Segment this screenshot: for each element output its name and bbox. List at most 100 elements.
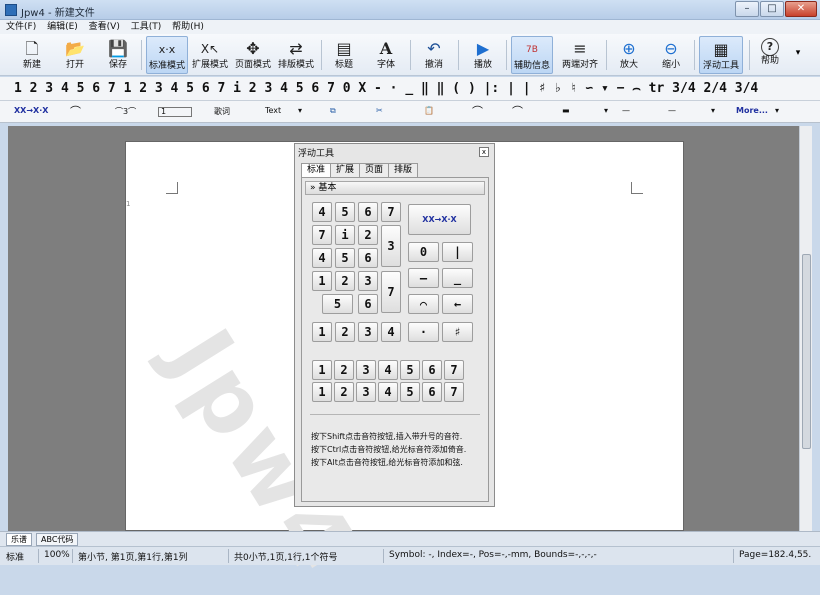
- crescendo-symbol[interactable]: ⌒: [472, 103, 483, 119]
- high-note-key[interactable]: 2: [334, 360, 354, 380]
- menu-view[interactable]: 查看(V): [89, 20, 120, 34]
- new-button[interactable]: 🗋 新建: [14, 36, 50, 74]
- backspace-arrow-key[interactable]: ←: [442, 294, 473, 314]
- minimize-button[interactable]: –: [735, 1, 759, 17]
- section-basic-header[interactable]: » 基本: [305, 181, 485, 195]
- hairpin-open-symbol[interactable]: —: [622, 106, 630, 115]
- note-key[interactable]: 7: [381, 271, 401, 313]
- open-button[interactable]: 📂 打开: [57, 36, 93, 74]
- low-note-key[interactable]: 5: [400, 382, 420, 402]
- note-key[interactable]: 6: [358, 294, 378, 314]
- tab-standard[interactable]: 标准: [301, 163, 332, 177]
- close-button[interactable]: ✕: [785, 1, 817, 17]
- vertical-scrollbar[interactable]: [799, 126, 812, 531]
- note-key[interactable]: 4: [312, 248, 332, 268]
- note-key[interactable]: 5: [322, 294, 353, 314]
- tab-page[interactable]: 页面: [359, 163, 390, 177]
- menu-file[interactable]: 文件(F): [6, 20, 36, 34]
- zoom-in-button[interactable]: ⊕ 放大: [612, 36, 646, 74]
- notation-glyph-strip[interactable]: 1 2 3 4 5 6 7 1 2 3 4 5 6 7 i 2 3 4 5 6 …: [14, 81, 758, 96]
- text-dropdown[interactable]: ▾: [298, 106, 302, 115]
- decrescendo-symbol[interactable]: ⌒: [512, 103, 523, 119]
- line-style-symbol[interactable]: ▬: [562, 106, 570, 115]
- slur-symbol[interactable]: ⌒: [70, 103, 81, 119]
- volta-symbol[interactable]: 1: [158, 107, 192, 117]
- extended-mode-button[interactable]: X↖ 扩展模式: [190, 36, 230, 74]
- panel-close-button[interactable]: x: [479, 147, 489, 157]
- undo-button[interactable]: ↶ 撤消: [416, 36, 452, 74]
- note-key[interactable]: 3: [358, 322, 378, 342]
- line-style-dropdown[interactable]: ▾: [604, 106, 608, 115]
- save-button[interactable]: 💾 保存: [100, 36, 136, 74]
- triplet-symbol[interactable]: ⌒3⌒: [115, 106, 136, 117]
- cut-icon[interactable]: ✂: [376, 106, 383, 115]
- more-button[interactable]: More...: [736, 106, 768, 115]
- low-note-key[interactable]: 1: [312, 382, 332, 402]
- convert-symbol[interactable]: XX→X·X: [14, 106, 48, 115]
- menu-help[interactable]: 帮助(H): [172, 20, 204, 34]
- note-key[interactable]: 6: [358, 202, 378, 222]
- menu-edit[interactable]: 编辑(E): [47, 20, 78, 34]
- note-key[interactable]: 2: [335, 271, 355, 291]
- note-key[interactable]: 3: [358, 271, 378, 291]
- underline-key[interactable]: _: [442, 268, 473, 288]
- note-key[interactable]: 4: [312, 202, 332, 222]
- low-note-key[interactable]: 7: [444, 382, 464, 402]
- low-note-key[interactable]: 2: [334, 382, 354, 402]
- high-note-key[interactable]: 4: [378, 360, 398, 380]
- floating-tools-button[interactable]: ▦ 浮动工具: [699, 36, 743, 74]
- note-key[interactable]: 7: [312, 225, 332, 245]
- justify-button[interactable]: ≡ 两端对齐: [558, 36, 602, 74]
- aux-info-button[interactable]: 7B 辅助信息: [511, 36, 553, 74]
- note-key[interactable]: 2: [358, 225, 378, 245]
- low-note-key[interactable]: 6: [422, 382, 442, 402]
- hairpin-dropdown[interactable]: ▾: [711, 106, 715, 115]
- low-note-key[interactable]: 4: [378, 382, 398, 402]
- text-button[interactable]: Text: [265, 106, 281, 115]
- dot-key[interactable]: ·: [408, 322, 439, 342]
- note-key[interactable]: 1: [312, 271, 332, 291]
- note-key[interactable]: 7: [381, 202, 401, 222]
- note-key[interactable]: 4: [381, 322, 401, 342]
- copy-icon[interactable]: ⧉: [330, 106, 336, 116]
- more-dropdown[interactable]: ▾: [775, 106, 779, 115]
- paste-icon[interactable]: 📋: [424, 106, 434, 115]
- tab-layout[interactable]: 排版: [388, 163, 419, 177]
- help-button[interactable]: ? 帮助: [754, 36, 786, 74]
- convert-button[interactable]: XX→X·X: [408, 204, 471, 235]
- standard-mode-button[interactable]: x·x 标准模式: [146, 36, 188, 74]
- note-key[interactable]: 5: [335, 248, 355, 268]
- high-note-key[interactable]: 1: [312, 360, 332, 380]
- high-note-key[interactable]: 6: [422, 360, 442, 380]
- play-button[interactable]: ▶ 播放: [465, 36, 501, 74]
- rest-zero-key[interactable]: 0: [408, 242, 439, 262]
- hairpin-close-symbol[interactable]: —: [668, 106, 676, 115]
- high-note-key[interactable]: 7: [444, 360, 464, 380]
- tab-score[interactable]: 乐谱: [6, 533, 32, 546]
- note-key[interactable]: 6: [358, 248, 378, 268]
- note-key[interactable]: 5: [335, 202, 355, 222]
- note-key[interactable]: 2: [335, 322, 355, 342]
- toolbar-overflow-dropdown[interactable]: ▾: [792, 48, 804, 62]
- sharp-key[interactable]: ♯: [442, 322, 473, 342]
- note-key[interactable]: 1: [312, 322, 332, 342]
- lyrics-button[interactable]: 歌词: [214, 106, 230, 117]
- page-mode-button[interactable]: ✥ 页面模式: [233, 36, 273, 74]
- layout-mode-button[interactable]: ⇄ 排版模式: [276, 36, 316, 74]
- note-key[interactable]: i: [335, 225, 355, 245]
- dash-key[interactable]: –: [408, 268, 439, 288]
- menu-tools[interactable]: 工具(T): [131, 20, 162, 34]
- title-button[interactable]: ▤ 标题: [326, 36, 362, 74]
- tie-key[interactable]: ⌒: [408, 294, 439, 314]
- maximize-button[interactable]: □: [760, 1, 784, 17]
- note-key[interactable]: 3: [381, 225, 401, 267]
- barline-key[interactable]: |: [442, 242, 473, 262]
- low-note-key[interactable]: 3: [356, 382, 376, 402]
- scrollbar-thumb[interactable]: [802, 254, 811, 449]
- high-note-key[interactable]: 3: [356, 360, 376, 380]
- high-note-key[interactable]: 5: [400, 360, 420, 380]
- tab-abc-code[interactable]: ABC代码: [36, 533, 79, 546]
- zoom-out-button[interactable]: ⊖ 缩小: [654, 36, 688, 74]
- font-button[interactable]: A 字体: [368, 36, 404, 74]
- tab-extended[interactable]: 扩展: [330, 163, 361, 177]
